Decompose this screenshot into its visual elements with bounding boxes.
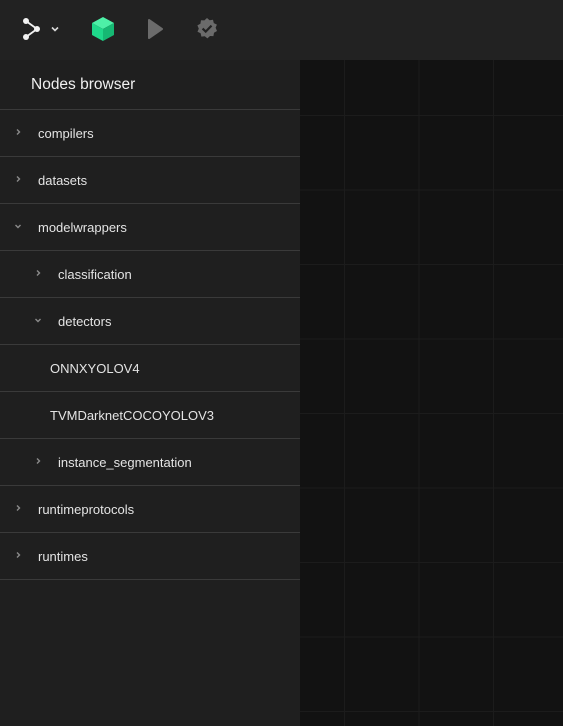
chevron-right-icon[interactable] <box>32 267 44 279</box>
graph-editor-canvas[interactable] <box>300 60 563 726</box>
graph-nodes-icon <box>23 18 40 40</box>
play-icon <box>148 19 163 39</box>
graph-menu-button[interactable] <box>17 14 47 44</box>
tree-item-label: instance_segmentation <box>58 454 192 470</box>
chevron-down-icon[interactable] <box>12 220 24 232</box>
chevron-right-icon[interactable] <box>12 173 24 185</box>
tree-category-item[interactable]: datasets <box>0 157 300 204</box>
tree-category-item[interactable]: runtimes <box>0 533 300 580</box>
graph-menu-dropdown[interactable] <box>45 14 65 44</box>
toolbar <box>0 0 563 60</box>
tree-category-item[interactable]: detectors <box>0 298 300 345</box>
tree-item-label: datasets <box>38 172 88 188</box>
chevron-down-icon <box>51 26 59 32</box>
chevron-right-icon[interactable] <box>12 126 24 138</box>
tree-node-item[interactable]: TVMDarknetCOCOYOLOV3 <box>0 392 300 439</box>
chevron-down-icon[interactable] <box>32 314 44 326</box>
tree-item-label: classification <box>58 266 132 282</box>
tree-item-label: ONNXYOLOV4 <box>50 360 140 376</box>
chevron-right-icon[interactable] <box>12 502 24 514</box>
nodes-browser-button[interactable] <box>88 14 118 44</box>
node-tree: compilers datasets modelwrappers classifica… <box>0 110 300 580</box>
nodes-browser-panel: Nodes browser compilers datasets modelwrap… <box>0 60 300 726</box>
chevron-right-icon[interactable] <box>12 549 24 561</box>
tree-category-item[interactable]: classification <box>0 251 300 298</box>
tree-category-item[interactable]: compilers <box>0 110 300 157</box>
tree-item-label: detectors <box>58 313 112 329</box>
tree-node-item[interactable]: ONNXYOLOV4 <box>0 345 300 392</box>
run-button[interactable] <box>140 14 170 44</box>
tree-category-item[interactable]: modelwrappers <box>0 204 300 251</box>
tree-item-label: modelwrappers <box>38 219 127 235</box>
badge-check-icon <box>197 18 217 39</box>
tree-item-label: runtimes <box>38 548 88 564</box>
tree-category-item[interactable]: instance_segmentation <box>0 439 300 486</box>
tree-item-label: TVMDarknetCOCOYOLOV3 <box>50 407 214 423</box>
chevron-right-icon[interactable] <box>32 455 44 467</box>
validate-button[interactable] <box>192 14 222 44</box>
tree-item-label: compilers <box>38 125 94 141</box>
nodes-browser-title: Nodes browser <box>0 60 300 110</box>
tree-category-item[interactable]: runtimeprotocols <box>0 486 300 533</box>
tree-item-label: runtimeprotocols <box>38 501 135 517</box>
cube-icon <box>92 17 114 41</box>
